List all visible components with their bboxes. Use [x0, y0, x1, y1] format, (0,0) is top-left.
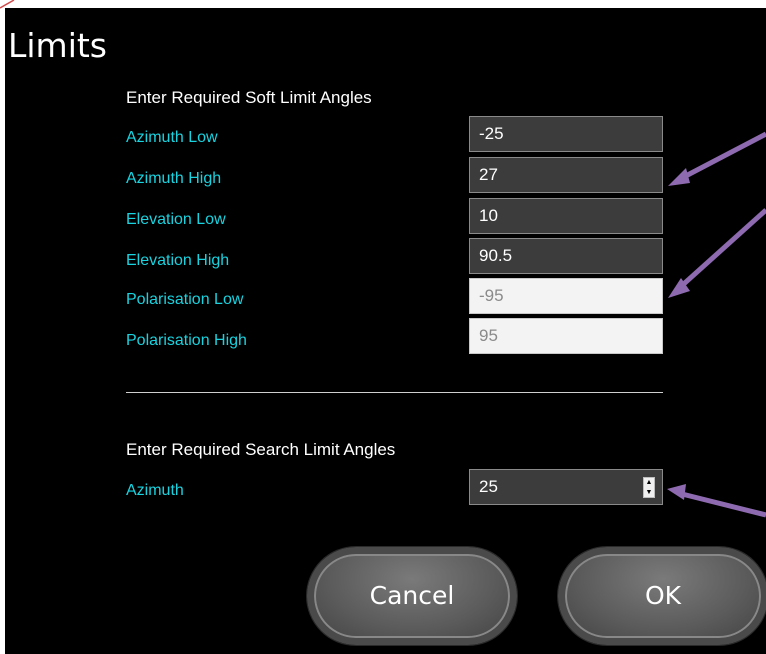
- elevation-low-label: Elevation Low: [126, 211, 226, 228]
- ok-button[interactable]: OK: [558, 547, 766, 645]
- azimuth-low-input[interactable]: -25: [469, 116, 663, 152]
- elevation-high-label: Elevation High: [126, 252, 230, 269]
- search-azimuth-label: Azimuth: [126, 482, 184, 499]
- limits-dialog: Limits Enter Required Soft Limit Angles …: [5, 8, 766, 654]
- section-divider: [126, 392, 663, 393]
- spinner-up-icon[interactable]: ▲: [644, 478, 654, 487]
- search-limits-heading: Enter Required Search Limit Angles: [126, 440, 396, 459]
- search-azimuth-value[interactable]: 25: [479, 477, 498, 496]
- elevation-low-input[interactable]: 10: [469, 198, 663, 234]
- up-down-spinner-icon[interactable]: ▲ ▼: [643, 477, 655, 498]
- spinner-down-icon[interactable]: ▼: [644, 488, 654, 497]
- red-corner-mark: [0, 0, 15, 9]
- azimuth-high-input[interactable]: 27: [469, 157, 663, 193]
- dialog-title: Limits: [8, 26, 107, 65]
- azimuth-low-label: Azimuth Low: [126, 129, 218, 146]
- polarisation-low-input: -95: [469, 278, 663, 314]
- polarisation-high-label: Polarisation High: [126, 332, 247, 349]
- polarisation-low-label: Polarisation Low: [126, 291, 244, 308]
- polarisation-high-input: 95: [469, 318, 663, 354]
- cancel-button[interactable]: Cancel: [307, 547, 517, 645]
- search-azimuth-stepper[interactable]: 25 ▲ ▼: [469, 469, 663, 505]
- soft-limits-heading: Enter Required Soft Limit Angles: [126, 88, 372, 107]
- elevation-high-input[interactable]: 90.5: [469, 238, 663, 274]
- azimuth-high-label: Azimuth High: [126, 170, 222, 187]
